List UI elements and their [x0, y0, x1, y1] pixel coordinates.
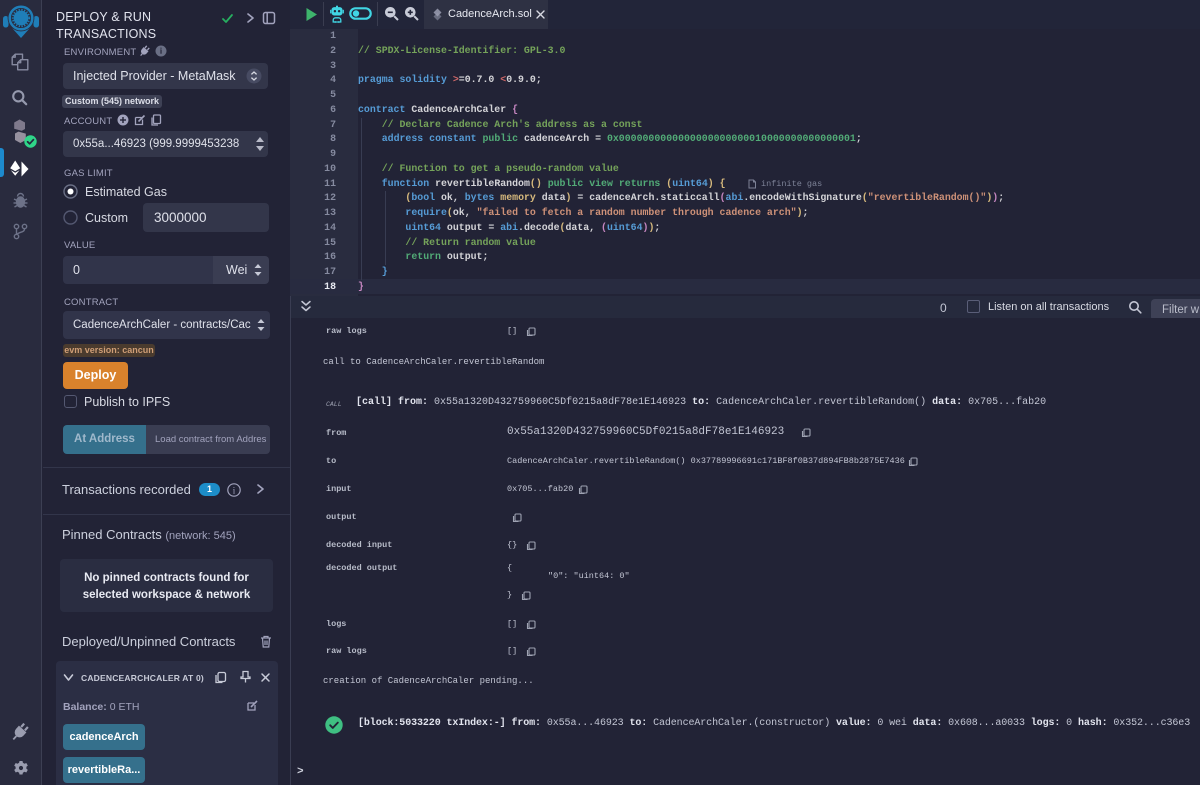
svg-text:i: i — [233, 485, 236, 495]
